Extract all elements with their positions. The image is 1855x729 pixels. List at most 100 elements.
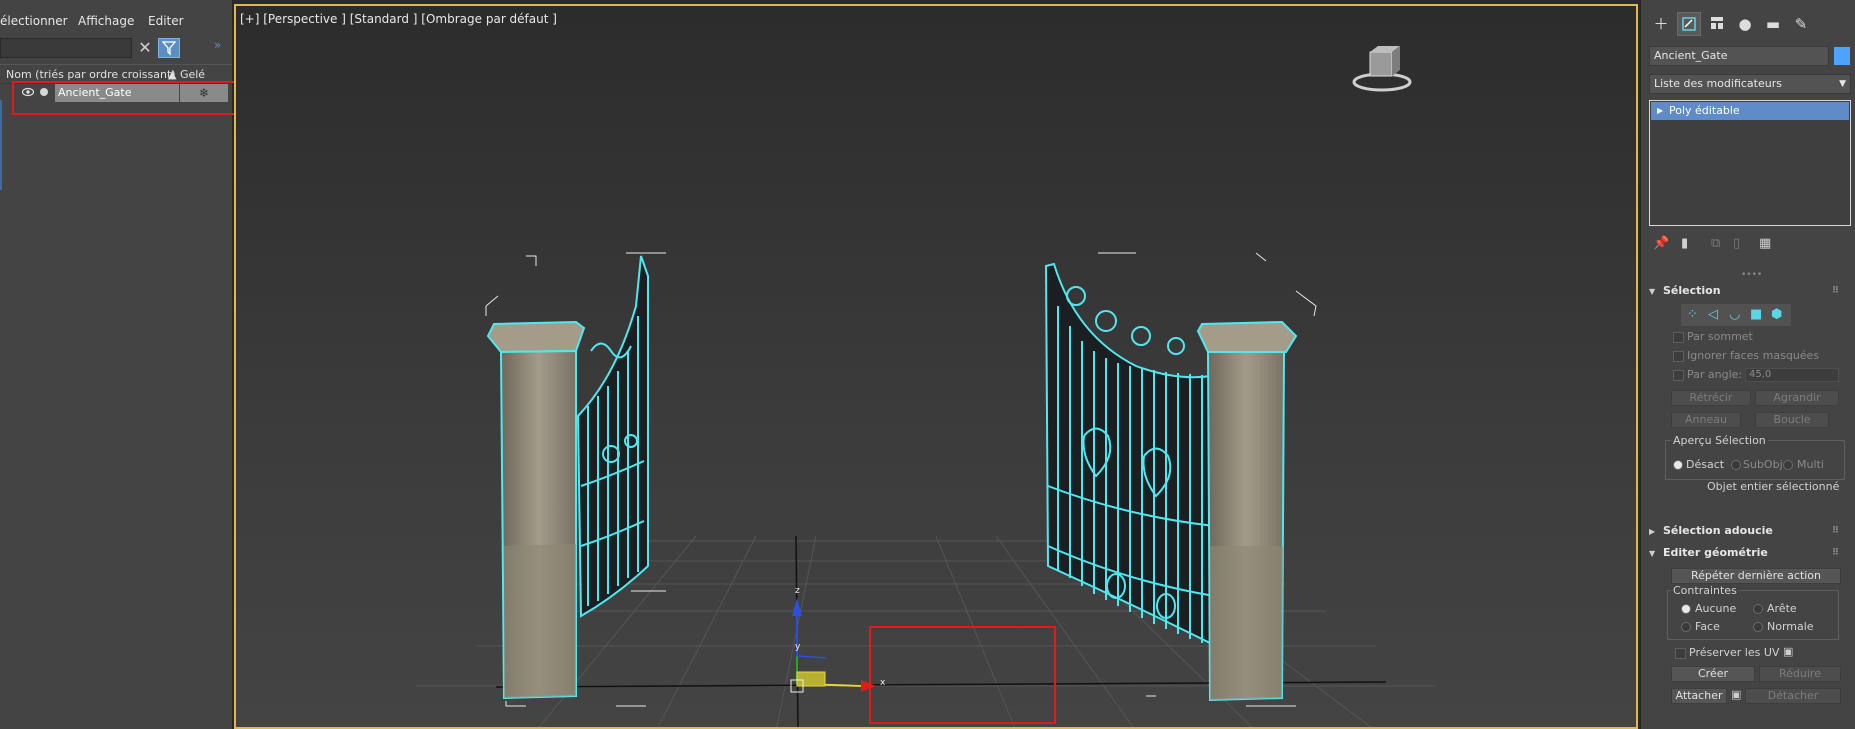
ignore-backfaces-label: Ignorer faces masquées [1687, 349, 1820, 362]
panel-divider: •••• [1741, 270, 1763, 280]
pin-stack-icon[interactable]: 📌 [1653, 236, 1669, 251]
collapse-triangle-icon: ▼ [1649, 287, 1656, 296]
scene-explorer: électionner Affichage Editer ✕ » Nom (tr… [0, 0, 252, 729]
motion-icon[interactable]: ● [1733, 12, 1757, 36]
rollout-edit-geometry-header[interactable]: ▼ Editer géométrie ⠿ [1649, 544, 1847, 562]
expand-triangle-icon[interactable]: ▶ [1657, 102, 1663, 120]
rollout-pin-icon: ⠿ [1831, 548, 1839, 558]
annotation-gizmo-highlight [869, 626, 1056, 724]
ignore-backfaces-checkbox[interactable] [1673, 351, 1684, 362]
left-stone-pillar [486, 320, 586, 700]
rollout-soft-selection-header[interactable]: ▶ Sélection adoucie ⠿ [1649, 522, 1847, 540]
by-vertex-label: Par sommet [1687, 330, 1753, 343]
object-color-swatch[interactable] [1834, 47, 1850, 65]
ring-button[interactable]: Anneau [1671, 412, 1741, 428]
repeat-last-button[interactable]: Répéter dernière action [1671, 568, 1841, 584]
axis-z-label: z [795, 586, 800, 596]
utilities-icon[interactable]: ✎ [1789, 12, 1813, 36]
modifier-list-label: Liste des modificateurs [1654, 77, 1782, 90]
constraint-face-radio[interactable] [1681, 622, 1691, 632]
column-frozen[interactable]: ▲ Gelé [168, 68, 205, 81]
modifier-list-dropdown[interactable]: Liste des modificateurs ▼ [1649, 74, 1851, 94]
constraint-none-radio[interactable] [1681, 604, 1691, 614]
by-vertex-checkbox[interactable] [1673, 332, 1684, 343]
command-tabs: ＋ ● ▬ ✎ [1649, 10, 1849, 40]
remove-modifier-icon[interactable]: ▯ [1733, 236, 1740, 251]
loop-button[interactable]: Boucle [1755, 412, 1829, 428]
command-panel: ＋ ● ▬ ✎ Ancient_Gate Liste des modificat… [1640, 0, 1855, 729]
detach-button[interactable]: Détacher [1745, 688, 1841, 704]
border-mode-icon[interactable]: ◡ [1729, 307, 1740, 322]
expand-triangle-icon: ▶ [1649, 527, 1656, 536]
preview-multi-label: Multi [1797, 458, 1824, 471]
viewport-label[interactable]: [+] [Perspective ] [Standard ] [Ombrage … [240, 12, 557, 26]
attach-list-icon[interactable]: ▣ [1731, 688, 1741, 701]
rollout-title-selection: Sélection [1663, 284, 1721, 297]
transform-gizmo [790, 598, 876, 693]
rollout-pin-icon: ⠿ [1831, 286, 1839, 296]
settings-box-icon[interactable]: ▣ [1783, 645, 1793, 658]
attach-button[interactable]: Attacher [1671, 688, 1727, 704]
preview-off-radio[interactable] [1673, 460, 1683, 470]
preview-multi-radio[interactable] [1783, 460, 1793, 470]
subobject-mode-bar: ⁘ ◁ ◡ ■ ⬢ [1681, 304, 1791, 326]
angle-spinner[interactable]: 45,0 [1745, 368, 1839, 382]
clear-search-icon[interactable]: ✕ [136, 39, 154, 57]
by-angle-label: Par angle: [1687, 368, 1743, 381]
preview-selection-title: Aperçu Sélection [1671, 434, 1768, 447]
object-name-field[interactable]: Ancient_Gate [1649, 46, 1829, 66]
left-iron-gate [576, 255, 649, 618]
filter-icon[interactable] [158, 38, 180, 58]
selection-status-text: Objet entier sélectionné [1707, 480, 1840, 493]
explorer-search-row: ✕ » [0, 38, 232, 62]
element-mode-icon[interactable]: ⬢ [1771, 307, 1782, 322]
shrink-button[interactable]: Rétrécir [1671, 390, 1751, 406]
by-angle-checkbox[interactable] [1673, 370, 1684, 381]
rollout-selection-header[interactable]: ▼ Sélection ⠿ [1649, 282, 1847, 300]
column-name-sorted[interactable]: Nom (triés par ordre croissant) [6, 68, 176, 81]
menu-display[interactable]: Affichage [78, 14, 134, 28]
constraint-edge-radio[interactable] [1753, 604, 1763, 614]
annotation-highlight-box [12, 81, 252, 115]
menu-edit[interactable]: Editer [148, 14, 184, 28]
explorer-menubar: électionner Affichage Editer [0, 10, 232, 36]
axis-y-label: y [795, 642, 801, 652]
expand-chevron-icon[interactable]: » [214, 38, 221, 52]
constraint-none-label: Aucune [1695, 602, 1737, 615]
preview-subobj-radio[interactable] [1731, 460, 1741, 470]
hierarchy-icon[interactable] [1705, 12, 1729, 36]
preserve-uv-checkbox[interactable] [1675, 648, 1686, 659]
collapse-button[interactable]: Réduire [1759, 666, 1841, 682]
display-icon[interactable]: ▬ [1761, 12, 1785, 36]
rollout-title-soft-selection: Sélection adoucie [1663, 524, 1773, 537]
viewport-scene [416, 46, 1436, 727]
preview-subobj-label: SubObj [1743, 458, 1783, 471]
grow-button[interactable]: Agrandir [1755, 390, 1839, 406]
viewcube-icon [1352, 46, 1412, 92]
constraint-face-label: Face [1695, 620, 1720, 633]
right-iron-gate [1044, 262, 1218, 648]
modify-icon[interactable] [1677, 12, 1701, 36]
explorer-search-input[interactable] [0, 38, 132, 58]
constraint-normal-radio[interactable] [1753, 622, 1763, 632]
make-unique-icon[interactable]: ⧉ [1711, 236, 1720, 251]
stack-toolbar: 📌 ▮ ⧉ ▯ ▦ [1649, 236, 1849, 256]
create-icon[interactable]: ＋ [1649, 12, 1673, 36]
menu-select[interactable]: électionner [0, 14, 68, 28]
polygon-mode-icon[interactable]: ■ [1750, 307, 1762, 322]
rollout-title-edit-geometry: Editer géométrie [1663, 546, 1768, 559]
preview-off-label: Désact [1686, 458, 1725, 471]
edge-mode-icon[interactable]: ◁ [1708, 307, 1718, 322]
panel-edge-accent [0, 100, 2, 190]
create-button[interactable]: Créer [1671, 666, 1755, 682]
right-stone-pillar [1196, 320, 1298, 702]
vertex-mode-icon[interactable]: ⁘ [1687, 307, 1698, 322]
perspective-viewport[interactable]: [+] [Perspective ] [Standard ] [Ombrage … [234, 4, 1638, 729]
configure-modifier-sets-icon[interactable]: ▦ [1759, 236, 1771, 251]
constraint-edge-label: Arête [1767, 602, 1797, 615]
show-end-result-icon[interactable]: ▮ [1681, 236, 1688, 251]
constraints-title: Contraintes [1671, 584, 1739, 597]
preserve-uv-label: Préserver les UV [1689, 646, 1780, 659]
chevron-down-icon: ▼ [1839, 79, 1846, 89]
stack-item-editable-poly[interactable]: ▶ Poly éditable [1651, 102, 1849, 120]
